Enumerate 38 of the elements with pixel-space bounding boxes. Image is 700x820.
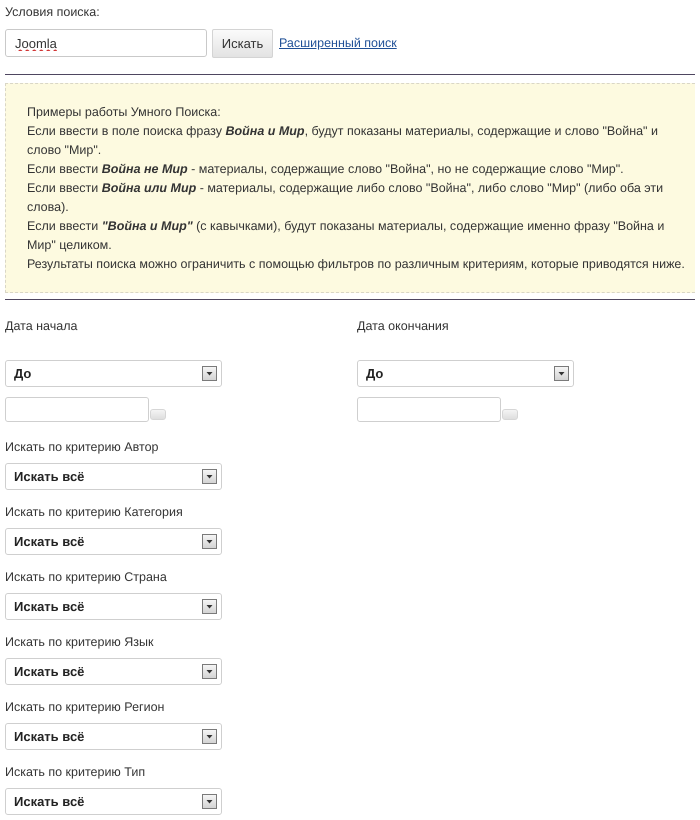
filter-label: Искать по критерию Язык	[5, 634, 154, 650]
filter-label: Искать по критерию Автор	[5, 439, 158, 455]
search-button[interactable]: Искать	[212, 28, 273, 58]
caret-icon	[202, 729, 217, 744]
dropdown[interactable]: Искать всё	[5, 723, 222, 750]
filter-label: Искать по критерию Категория	[5, 504, 183, 520]
dropdown[interactable]: Искать всё	[5, 528, 222, 555]
info-text: Примеры работы Умного Поиска:	[27, 104, 222, 121]
date-label: Дата начала	[5, 318, 78, 334]
search-field[interactable]: Joomla	[5, 29, 207, 57]
filter-label: Искать по критерию Регион	[5, 699, 164, 715]
dropdown[interactable]: До	[357, 360, 574, 387]
info-text: Если ввести Война не Мир - материалы, содержащие слово "Война", но не содержащие слово "Мир".	[27, 161, 625, 178]
info-text: Результаты поиска можно ограничить с помощью фильтров по различным критериям, которые приводятся ниже.	[27, 256, 686, 273]
caret-icon	[202, 534, 217, 549]
dropdown[interactable]: Искать всё	[5, 593, 222, 620]
caret-icon	[202, 664, 217, 679]
caret-icon	[554, 366, 569, 381]
calendar-button[interactable]	[502, 409, 518, 420]
info-text: Если ввести Война или Мир - материалы, содержащие либо слово "Война", либо слово "Мир" (либо оба эти слова).	[27, 180, 664, 216]
filter-label: Искать по критерию Страна	[5, 569, 167, 585]
info-text: Если ввести "Война и Мир" (с кавычками), будут показаны материалы, содержащие именно фразу "Война и Мир" целиком.	[27, 218, 666, 254]
caret-icon	[202, 794, 217, 809]
date-field[interactable]	[357, 397, 501, 422]
date-field[interactable]	[5, 397, 149, 422]
search-label: Условия поиска:	[5, 4, 100, 20]
caret-icon	[202, 469, 217, 484]
dropdown[interactable]: До	[5, 360, 222, 387]
dropdown[interactable]: Искать всё	[5, 658, 222, 685]
date-label: Дата окончания	[357, 318, 449, 334]
filter-label: Искать по критерию Тип	[5, 764, 146, 780]
advanced-search-link[interactable]: Расширенный поиск	[279, 36, 397, 50]
dropdown[interactable]: Искать всё	[5, 788, 222, 815]
dropdown[interactable]: Искать всё	[5, 463, 222, 490]
info-text: Если ввести в поле поиска фразу Война и Мир, будут показаны материалы, содержащие и слово "Война" и слово "Мир".	[27, 123, 659, 159]
caret-icon	[202, 599, 217, 614]
calendar-button[interactable]	[150, 409, 166, 420]
caret-icon	[202, 366, 217, 381]
